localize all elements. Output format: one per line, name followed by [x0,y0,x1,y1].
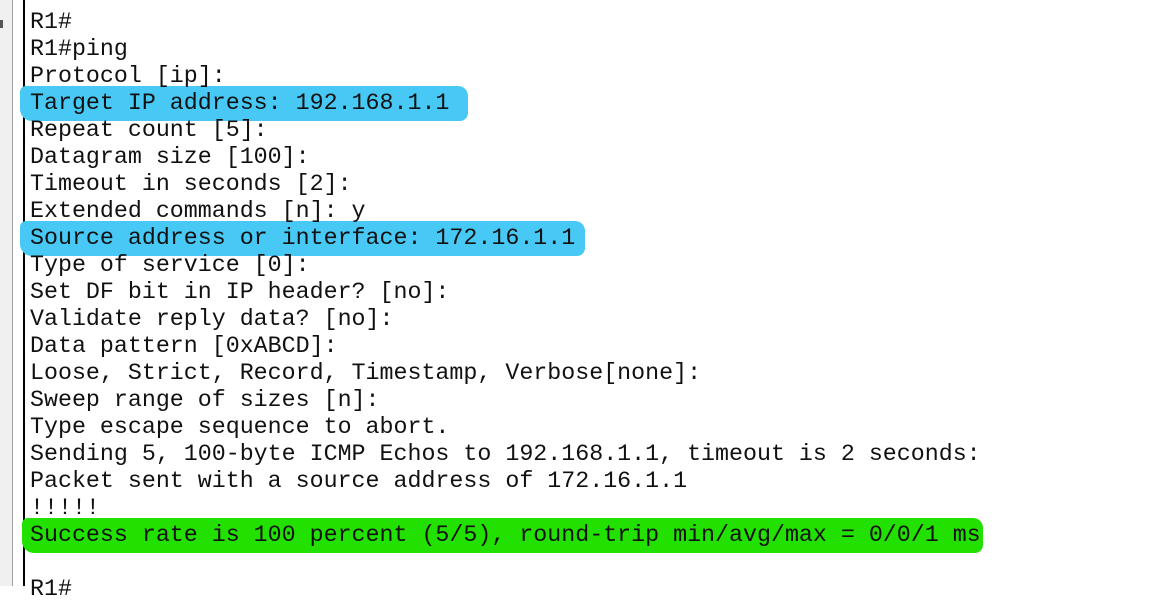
terminal-line: R1#ping [30,36,128,62]
terminal-line: Type escape sequence to abort. [30,414,450,440]
terminal-line: Type of service [0]: [30,252,310,278]
terminal-line: Packet sent with a source address of 172… [30,468,688,494]
terminal-prompt[interactable]: R1# [30,576,1159,603]
terminal-line-success-rate-highlighted: Success rate is 100 percent (5/5), round… [22,518,1159,553]
terminal-line: Timeout in seconds [2]: [30,171,352,197]
terminal-line: Datagram size [100]: [30,144,310,170]
terminal-line: Data pattern [0xABCD]: [30,333,338,359]
editor-gutter [0,0,13,586]
terminal-line: R1# [30,9,72,35]
terminal-line-target-ip-highlighted: Target IP address: 192.168.1.1 [20,86,1159,121]
terminal-line-source-address-highlighted: Source address or interface: 172.16.1.1 [20,221,1159,256]
terminal-line: Protocol [ip]: [30,63,226,89]
terminal-line: Set DF bit in IP header? [no]: [30,279,450,305]
terminal-line: Extended commands [n]: y [30,198,366,224]
terminal-output[interactable]: R1# R1#ping Protocol [ip]: Target IP add… [20,9,1159,603]
gutter-marker [0,20,3,28]
terminal-line: Loose, Strict, Record, Timestamp, Verbos… [30,360,702,386]
terminal-line: Repeat count [5]: [30,117,268,143]
terminal-line: Sweep range of sizes [n]: [30,387,380,413]
terminal-line: Validate reply data? [no]: [30,306,394,332]
terminal-line: Sending 5, 100-byte ICMP Echos to 192.16… [30,441,981,467]
